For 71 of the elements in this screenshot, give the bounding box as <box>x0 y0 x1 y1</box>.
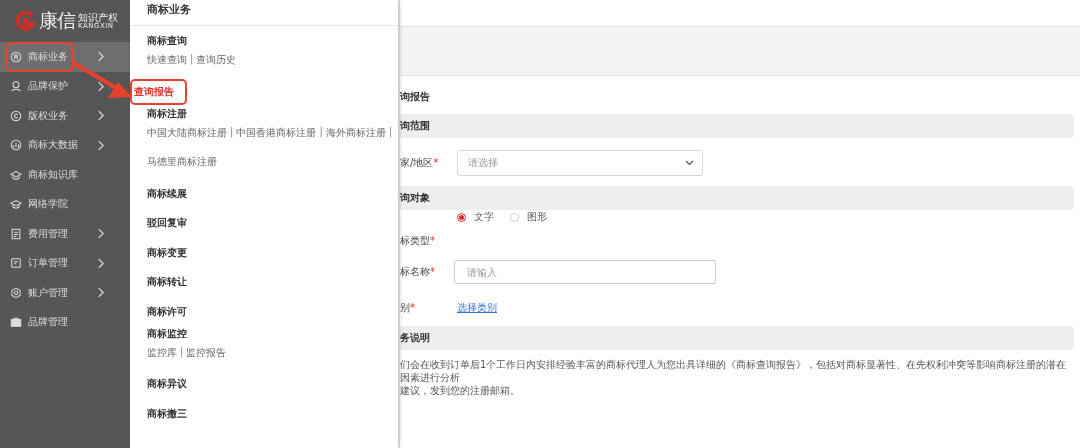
chevron-right-icon <box>97 287 104 299</box>
chevron-right-icon <box>97 110 104 122</box>
name-input[interactable]: 请输入 <box>454 260 716 284</box>
menu-link[interactable]: 马德里商标注册 <box>147 155 217 169</box>
radio-option[interactable]: 图形 <box>510 210 547 224</box>
field-label: 标名称* <box>400 265 436 279</box>
field-label: 别* <box>400 301 416 315</box>
sidebar-item[interactable]: 网络学院 <box>0 189 130 219</box>
briefcase-icon <box>10 316 22 329</box>
menu-link[interactable]: 海外商标注册 <box>325 126 386 140</box>
chevron-right-icon <box>97 257 104 269</box>
menu-item[interactable]: 商标许可 <box>147 297 187 327</box>
graduation-cap-icon <box>10 198 22 211</box>
arrow-drawing <box>71 60 132 98</box>
section-header: 询对象 <box>400 186 1074 210</box>
graduation-cap-icon <box>10 168 22 181</box>
chevron-right-icon <box>97 228 104 240</box>
section-header: 询范围 <box>400 114 1074 138</box>
sidebar-item[interactable]: 品牌管理 <box>0 307 130 337</box>
sidebar-item[interactable]: 品牌保护 <box>0 71 130 101</box>
menu-group-title: 商标查询 <box>147 34 188 48</box>
select-category-link[interactable]: 选择类别 <box>457 301 497 315</box>
caret-icon <box>685 160 694 166</box>
sidebar-item[interactable]: 商标业务 <box>0 42 130 72</box>
description-text: 建议，发到您的注册邮箱。 <box>400 384 521 397</box>
menu-link[interactable]: 中国大陆商标注册 <box>147 126 227 140</box>
menu-link[interactable]: 查询历史 <box>196 53 237 67</box>
separator-text: | <box>190 53 194 67</box>
description-text: 们会在收到订单后1个工作日内安排经验丰富的商标代理人为您出具详细的《商标查询报告》，包括对商标显著性、在先权利冲突等影响商标注册的潜在因素进行分析 <box>400 358 1068 384</box>
chevron-right-icon <box>97 80 104 92</box>
sidebar-item[interactable]: 订单管理 <box>0 248 130 278</box>
menu-item[interactable]: 驳回复审 <box>147 208 187 238</box>
logo-tagline: 知识产权 <box>78 12 118 23</box>
section-header: 务说明 <box>400 326 1074 350</box>
copyright-icon <box>10 109 22 122</box>
menu-item[interactable]: 商标续展 <box>147 179 187 209</box>
sidebar-item[interactable]: 商标知识库 <box>0 160 130 190</box>
page-heading: 询报告 <box>400 90 431 104</box>
menu-link[interactable]: 监控库 <box>147 345 177 360</box>
menu-item[interactable]: 查询报告 <box>132 81 185 103</box>
field-label: 标类型* <box>400 234 436 248</box>
settings-icon <box>10 286 22 299</box>
menu-item[interactable]: 商标转让 <box>147 267 187 297</box>
menu-item[interactable]: 商标异议 <box>147 369 187 399</box>
chart-icon <box>10 139 22 152</box>
sidebar-item[interactable]: 版权业务 <box>0 101 130 131</box>
separator-text: | <box>230 126 234 140</box>
menu-link[interactable]: 中国香港商标注册 <box>236 126 317 140</box>
user-icon <box>10 80 22 93</box>
trademark-icon <box>10 50 22 63</box>
sidebar-item[interactable]: 商标大数据 <box>0 130 130 160</box>
separator-text: | <box>180 345 184 360</box>
menu-link[interactable]: 监控报告 <box>186 345 227 360</box>
menu-link[interactable]: 快速查询 <box>147 53 187 67</box>
chevron-right-icon <box>97 139 104 151</box>
logo-icon <box>14 10 36 32</box>
menu-title: 商标业务 <box>130 0 398 26</box>
sidebar-item[interactable]: 费用管理 <box>0 219 130 249</box>
menu-item[interactable]: 商标撤三 <box>147 399 187 429</box>
separator-text: | <box>388 126 393 140</box>
sidebar-item[interactable]: 账户管理 <box>0 278 130 308</box>
logo-name: 康信 <box>39 8 75 33</box>
menu-item[interactable]: 商标变更 <box>147 238 187 268</box>
menu-group-title: 商标监控 <box>147 326 188 341</box>
radio-option[interactable]: 文字 <box>457 210 494 224</box>
chevron-right-icon <box>97 51 104 63</box>
separator-text: | <box>319 126 323 140</box>
document-icon <box>10 227 22 240</box>
field-label: 家/地区* <box>400 156 440 170</box>
form-icon <box>10 257 22 270</box>
menu-group-title: 商标注册 <box>147 107 188 121</box>
